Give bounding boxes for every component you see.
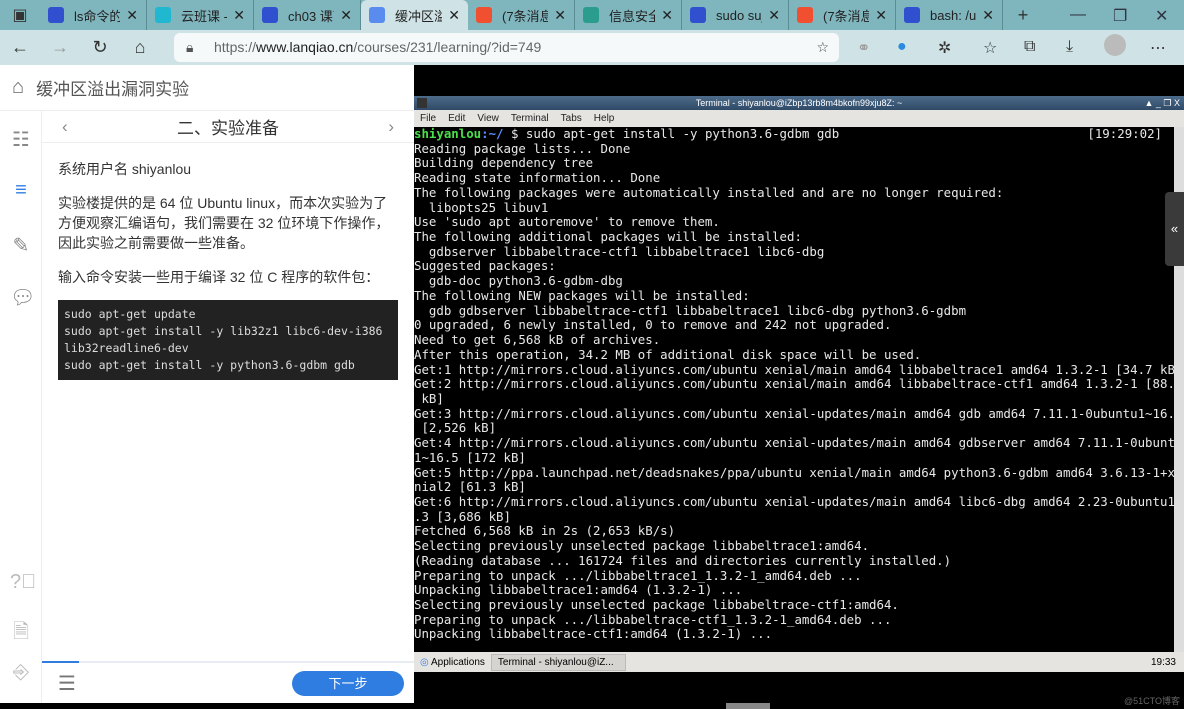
profile-avatar[interactable]	[1104, 34, 1126, 56]
baidu-icon	[690, 7, 706, 23]
terminal-app-icon	[417, 98, 427, 108]
window-controls[interactable]: ▲ _ ❐ X	[1145, 96, 1181, 110]
close-tab-icon[interactable]: ✕	[448, 7, 460, 24]
tab[interactable]: 缓冲区溢…✕	[361, 0, 468, 30]
home-icon[interactable]: ⌂	[12, 76, 24, 99]
exit-icon[interactable]: ⎆	[10, 661, 32, 684]
terminal-menu-item[interactable]: Edit	[448, 113, 465, 124]
baidu-icon	[262, 7, 278, 23]
new-tab-button[interactable]: +	[1003, 5, 1043, 26]
applications-icon: ◎	[420, 656, 429, 668]
terminal-menu-item[interactable]: Tabs	[561, 113, 582, 124]
report-icon[interactable]: 🗎	[10, 617, 32, 651]
paragraph: 实验楼提供的是 64 位 Ubuntu linux，而本次实验为了方便观察汇编语…	[58, 195, 390, 251]
close-tab-icon[interactable]: ✕	[661, 7, 673, 24]
cloud-class-icon	[155, 7, 171, 23]
terminal-screen[interactable]: shiyanlou:~/ $ sudo apt-get install -y p…	[414, 127, 1174, 652]
baidu-icon	[904, 7, 920, 23]
course-panel: ⌂ 缓冲区溢出漏洞实验 ☷ ≡ ✎ 💬︎ ?⃝ 🗎 ⎆ ‹ 二、实验准备 › 系…	[0, 65, 414, 703]
bottom-bar: ☰ 下一步	[42, 661, 414, 703]
close-tab-icon[interactable]: ✕	[340, 7, 352, 24]
terminal-menu-item[interactable]: File	[420, 113, 436, 124]
next-section-button[interactable]: ›	[388, 117, 394, 137]
progress-bar	[42, 661, 79, 663]
tab-bar: ▣ ls命令的…✕云班课 - …✕ch03 课丁…✕缓冲区溢…✕(7条消息…✕信…	[0, 0, 1184, 30]
book-icon	[583, 7, 599, 23]
tab[interactable]: ls命令的…✕	[40, 0, 147, 30]
restore-button[interactable]: ❐	[1113, 6, 1127, 26]
baidu-icon	[48, 7, 64, 23]
terminal-menu: File Edit View Terminal Tabs Help	[414, 110, 1184, 127]
collapse-panel-button[interactable]: «	[1165, 192, 1184, 266]
tab[interactable]: (7条消息…✕	[789, 0, 896, 30]
help-icon[interactable]: ?⃝	[10, 571, 36, 594]
favorites-icon[interactable]: ☆	[983, 38, 997, 58]
close-tab-icon[interactable]: ✕	[554, 7, 566, 24]
watermark: @51CTO博客	[1124, 696, 1180, 706]
close-window-button[interactable]: ✕	[1155, 6, 1168, 26]
desktop-taskbar: ◎ Applications Terminal - shiyanlou@iZ..…	[414, 652, 1184, 672]
browser-toolbar: ← → ↻ ⌂ 🔒︎ https://www.lanqiao.cn/course…	[0, 30, 1184, 65]
lesson-content: ‹ 二、实验准备 › 系统用户名 shiyanlou 实验楼提供的是 64 位 …	[42, 111, 414, 661]
extension-icon[interactable]: ⚭	[857, 38, 870, 58]
code-block[interactable]: sudo apt-get update sudo apt-get install…	[58, 300, 398, 380]
prev-section-button[interactable]: ‹	[62, 117, 68, 137]
tab[interactable]: sudo su_…✕	[682, 0, 789, 30]
tab-actions-icon[interactable]: ▣	[0, 5, 40, 25]
tab[interactable]: 云班课 - …✕	[147, 0, 254, 30]
catalog-icon[interactable]: ☷	[10, 127, 32, 152]
close-tab-icon[interactable]: ✕	[126, 7, 138, 24]
terminal-menu-item[interactable]: Help	[594, 113, 615, 124]
reload-button[interactable]: ↻	[80, 37, 120, 58]
scroll-thumb[interactable]	[726, 703, 770, 709]
terminal-window: Terminal - shiyanlou@iZbp13rb8m4bkofn99x…	[414, 96, 1184, 672]
minimize-button[interactable]: —	[1070, 6, 1086, 24]
list-icon[interactable]: ☰	[58, 671, 76, 696]
back-button[interactable]: ←	[0, 37, 40, 58]
taskbar-terminal-item[interactable]: Terminal - shiyanlou@iZ...	[490, 653, 626, 671]
comment-icon[interactable]: 💬︎	[10, 285, 35, 310]
close-tab-icon[interactable]: ✕	[982, 7, 994, 24]
terminal-menu-item[interactable]: Terminal	[511, 113, 549, 124]
page-title: ⌂ 缓冲区溢出漏洞实验	[0, 65, 414, 111]
tab[interactable]: (7条消息…✕	[468, 0, 575, 30]
home-button[interactable]: ⌂	[120, 37, 160, 58]
forward-button[interactable]: →	[40, 37, 80, 58]
more-menu-icon[interactable]: ⋯	[1150, 38, 1166, 58]
lock-icon: 🔒︎	[186, 39, 194, 55]
close-tab-icon[interactable]: ✕	[233, 7, 245, 24]
tab[interactable]: ch03 课丁…✕	[254, 0, 361, 30]
terminal-titlebar: Terminal - shiyanlou@iZbp13rb8m4bkofn99x…	[414, 96, 1184, 110]
paragraph: 输入命令安装一些用于编译 32 位 C 程序的软件包：	[58, 269, 380, 285]
close-tab-icon[interactable]: ✕	[875, 7, 887, 24]
collections-icon[interactable]: ⧉	[1024, 38, 1035, 56]
ordered-list-icon[interactable]: ≡	[10, 179, 32, 202]
next-step-button[interactable]: 下一步	[292, 671, 404, 696]
csdn-icon	[476, 7, 492, 23]
address-bar[interactable]: 🔒︎ https://www.lanqiao.cn/courses/231/le…	[174, 33, 839, 62]
extensions-icon[interactable]: ✲	[938, 38, 951, 58]
applications-menu[interactable]: ◎ Applications	[414, 657, 491, 668]
paragraph: 系统用户名 shiyanlou	[58, 161, 192, 177]
tab[interactable]: 信息安全…✕	[575, 0, 682, 30]
lanqiao-icon	[369, 7, 385, 23]
close-tab-icon[interactable]: ✕	[768, 7, 780, 24]
csdn-icon	[797, 7, 813, 23]
favorite-add-icon[interactable]: ☆	[816, 33, 829, 62]
vpn-extension-icon[interactable]: ●	[897, 38, 907, 56]
section-title: 二、实验准备	[177, 119, 279, 138]
tab[interactable]: bash: /us…✕	[896, 0, 1003, 30]
section-header: ‹ 二、实验准备 ›	[42, 111, 414, 143]
sidebar: ☷ ≡ ✎ 💬︎ ?⃝ 🗎 ⎆	[0, 111, 42, 703]
downloads-icon[interactable]: ⤓	[1066, 38, 1073, 56]
terminal-menu-item[interactable]: View	[477, 113, 499, 124]
clock: 19:33	[1150, 656, 1176, 668]
pencil-icon[interactable]: ✎	[10, 233, 32, 258]
